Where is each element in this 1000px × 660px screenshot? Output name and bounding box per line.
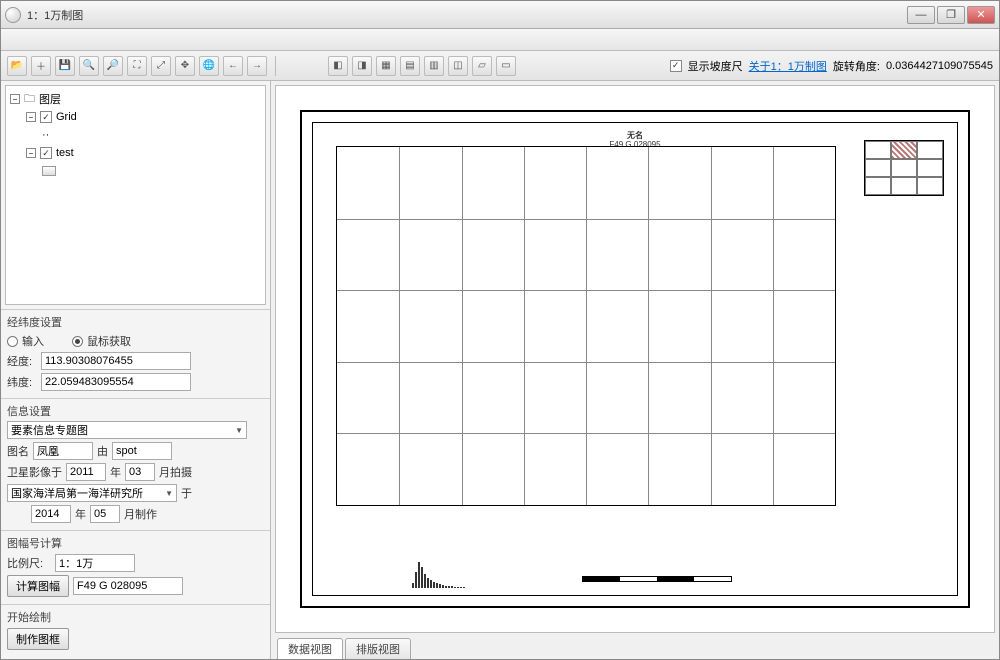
input-radio[interactable]: [7, 336, 18, 347]
calc-button[interactable]: 计算图幅: [7, 575, 69, 597]
titlebar: 1：1万制图 — ❐ ✕: [1, 1, 999, 29]
rotation-value: 0.0364427109075545: [886, 60, 993, 72]
map-canvas[interactable]: 无名 F49 G 028095: [275, 85, 995, 633]
tool-icon[interactable]: ◨: [352, 56, 372, 76]
lon-input[interactable]: [41, 352, 191, 370]
globe-icon[interactable]: 🌐: [199, 56, 219, 76]
month1-input[interactable]: [125, 463, 155, 481]
make-frame-button[interactable]: 制作图框: [7, 628, 69, 650]
calc-result[interactable]: [73, 577, 183, 595]
layer-tree[interactable]: −🗀图层 −✓Grid ·· −✓test: [5, 85, 266, 305]
index-map: [864, 140, 944, 196]
panel-header: 开始绘制: [7, 609, 264, 625]
tree-root-label: 图层: [39, 91, 61, 107]
scale-bar: [582, 576, 732, 582]
tool-icon[interactable]: ▭: [496, 56, 516, 76]
open-icon[interactable]: 📂: [7, 56, 27, 76]
rotation-label: 旋转角度:: [833, 58, 880, 74]
layer-swatch: [42, 166, 56, 176]
month2-input[interactable]: [90, 505, 120, 523]
coord-panel: 经纬度设置 输入 鼠标获取 经度: 纬度:: [1, 309, 270, 398]
full-extent-icon[interactable]: ⤢: [151, 56, 171, 76]
histogram-icon: [412, 562, 532, 588]
menu-item[interactable]: [7, 34, 10, 46]
close-button[interactable]: ✕: [967, 6, 995, 24]
show-scale-checkbox[interactable]: ✓: [670, 60, 682, 72]
maximize-button[interactable]: ❐: [937, 6, 965, 24]
app-window: 1：1万制图 — ❐ ✕ 📂 ＋ 💾 🔍 🔎 ⛶ ⤢ ✥ 🌐 ← → ◧ ◨ ▦…: [0, 0, 1000, 660]
left-panel: −🗀图层 −✓Grid ·· −✓test 经纬度设置 输入 鼠标获取 经度:: [1, 81, 271, 659]
layer-checkbox[interactable]: ✓: [40, 111, 52, 123]
collapse-icon[interactable]: −: [10, 94, 20, 104]
panel-header: 信息设置: [7, 403, 264, 419]
chevron-down-icon: ▼: [235, 426, 243, 435]
org-dropdown[interactable]: 国家海洋局第一海洋研究所▼: [7, 484, 177, 502]
toolbar: 📂 ＋ 💾 🔍 🔎 ⛶ ⤢ ✥ 🌐 ← → ◧ ◨ ▦ ▤ ▥ ◫ ▱ ▭ ✓ …: [1, 51, 999, 81]
minimize-button[interactable]: —: [907, 6, 935, 24]
panel-header: 经纬度设置: [7, 314, 264, 330]
show-scale-label: 显示坡度尺: [688, 58, 743, 74]
map-grid: [336, 146, 836, 506]
fit-icon[interactable]: ⛶: [127, 56, 147, 76]
window-title: 1：1万制图: [27, 7, 83, 23]
menu-item[interactable]: [22, 34, 25, 46]
calc-panel: 图幅号计算 比例尺: 计算图幅: [1, 530, 270, 604]
tool-icon[interactable]: ▥: [424, 56, 444, 76]
layer-label[interactable]: test: [56, 147, 74, 159]
map-sheet: 无名 F49 G 028095: [300, 110, 970, 608]
tool-icon[interactable]: ▦: [376, 56, 396, 76]
collapse-icon[interactable]: −: [26, 148, 36, 158]
by-input[interactable]: [112, 442, 172, 460]
tool-icon[interactable]: ▤: [400, 56, 420, 76]
app-icon: [5, 7, 21, 23]
zoom-out-icon[interactable]: 🔎: [103, 56, 123, 76]
tool-icon[interactable]: ◫: [448, 56, 468, 76]
tab-layout-view[interactable]: 排版视图: [345, 638, 411, 659]
tool-icon[interactable]: ▱: [472, 56, 492, 76]
lat-input[interactable]: [41, 373, 191, 391]
layer-label[interactable]: Grid: [56, 111, 77, 123]
collapse-icon[interactable]: −: [26, 112, 36, 122]
menubar: [1, 29, 999, 51]
panel-header: 图幅号计算: [7, 535, 264, 551]
save-icon[interactable]: 💾: [55, 56, 75, 76]
year1-input[interactable]: [66, 463, 106, 481]
view-tabs: 数据视图 排版视图: [271, 637, 999, 659]
theme-dropdown[interactable]: 要素信息专题图▼: [7, 421, 247, 439]
mapname-input[interactable]: [33, 442, 93, 460]
draw-panel: 开始绘制 制作图框: [1, 604, 270, 657]
pan-icon[interactable]: ✥: [175, 56, 195, 76]
mouse-radio[interactable]: [72, 336, 83, 347]
forward-icon[interactable]: →: [247, 56, 267, 76]
tool-icon[interactable]: ◧: [328, 56, 348, 76]
add-icon[interactable]: ＋: [31, 56, 51, 76]
year2-input[interactable]: [31, 505, 71, 523]
scale-input[interactable]: [55, 554, 135, 572]
zoom-in-icon[interactable]: 🔍: [79, 56, 99, 76]
tab-data-view[interactable]: 数据视图: [277, 638, 343, 659]
chevron-down-icon: ▼: [165, 489, 173, 498]
layer-checkbox[interactable]: ✓: [40, 147, 52, 159]
about-link[interactable]: 关于1：1万制图: [749, 58, 827, 74]
right-panel: 无名 F49 G 028095: [271, 81, 999, 659]
info-panel: 信息设置 要素信息专题图▼ 图名 由 卫星影像于 年 月拍摄 国家海洋局第一海洋…: [1, 398, 270, 530]
back-icon[interactable]: ←: [223, 56, 243, 76]
